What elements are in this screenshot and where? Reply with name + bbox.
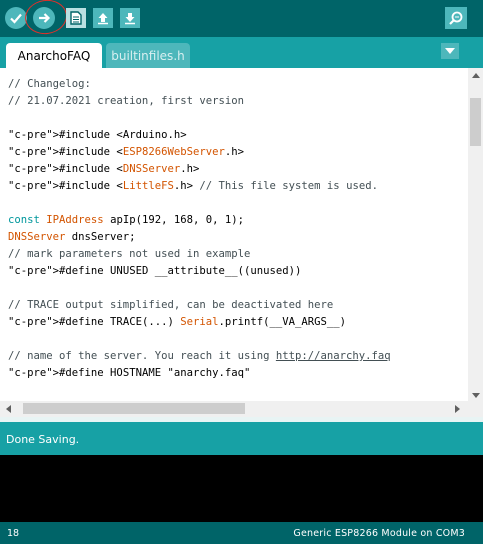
- new-button[interactable]: [66, 8, 86, 28]
- checkmark-icon: [10, 13, 22, 24]
- horizontal-scroll-thumb[interactable]: [23, 403, 245, 414]
- annotation-circle: [22, 0, 70, 37]
- code-line: "c-pre">#include <Arduino.h>: [8, 129, 187, 141]
- scroll-right-arrow-icon[interactable]: [451, 403, 463, 415]
- tab-strip: AnarchoFAQ builtinfiles.h: [0, 37, 483, 68]
- code-line: "c-pre">#define UNUSED __attribute__((un…: [8, 265, 302, 277]
- board-info: Generic ESP8266 Module on COM3: [293, 528, 465, 539]
- code-line: // mark parameters not used in example: [8, 248, 251, 260]
- code-line: "c-pre">#define HOSTNAME "anarchy.faq": [8, 367, 251, 379]
- horizontal-scrollbar[interactable]: [0, 401, 483, 417]
- scroll-up-arrow-icon[interactable]: [468, 68, 483, 82]
- scroll-left-arrow-icon[interactable]: [2, 403, 14, 415]
- console-output[interactable]: [0, 455, 483, 522]
- toolbar: [0, 0, 483, 37]
- status-bar: Done Saving.: [0, 422, 483, 455]
- code-line: // name of the server. You reach it usin…: [8, 350, 391, 362]
- code-line: "c-pre">#include <ESP8266WebServer.h>: [8, 146, 245, 158]
- tab-anarchofaq[interactable]: AnarchoFAQ: [6, 43, 102, 68]
- magnifier-icon: [449, 11, 463, 25]
- code-line: "c-pre">#define TRACE(...) Serial.printf…: [8, 316, 347, 328]
- open-button[interactable]: [93, 8, 113, 28]
- code-line: // 21.07.2021 creation, first version: [8, 95, 244, 107]
- vertical-scrollbar[interactable]: [468, 68, 483, 402]
- code-line: const IPAddress apIp(192, 168, 0, 1);: [8, 214, 245, 226]
- code-line: "c-pre">#include <DNSServer.h>: [8, 163, 200, 175]
- code-editor[interactable]: // Changelog: // 21.07.2021 creation, fir…: [0, 68, 483, 402]
- code-line: // Changelog:: [8, 78, 91, 90]
- serial-monitor-button[interactable]: [445, 7, 467, 29]
- vertical-scroll-thumb[interactable]: [470, 98, 481, 146]
- new-file-icon: [70, 11, 82, 25]
- code-area[interactable]: // Changelog: // 21.07.2021 creation, fir…: [8, 76, 465, 382]
- footer-bar: 18 Generic ESP8266 Module on COM3: [0, 522, 483, 544]
- code-line: "c-pre">#include <LittleFS.h> // This fi…: [8, 180, 378, 192]
- line-number: 18: [7, 528, 20, 539]
- status-message: Done Saving.: [6, 433, 80, 446]
- code-line: // TRACE output simplified, can be deact…: [8, 299, 334, 311]
- verify-button[interactable]: [5, 7, 27, 29]
- arrow-up-icon: [98, 13, 108, 25]
- scroll-down-arrow-icon[interactable]: [468, 388, 483, 402]
- code-line: DNSServer dnsServer;: [8, 231, 136, 243]
- tab-menu-button[interactable]: [441, 43, 459, 59]
- save-button[interactable]: [120, 8, 140, 28]
- arrow-down-icon: [125, 13, 135, 25]
- chevron-down-icon: [445, 48, 455, 54]
- tab-builtinfiles[interactable]: builtinfiles.h: [106, 43, 190, 68]
